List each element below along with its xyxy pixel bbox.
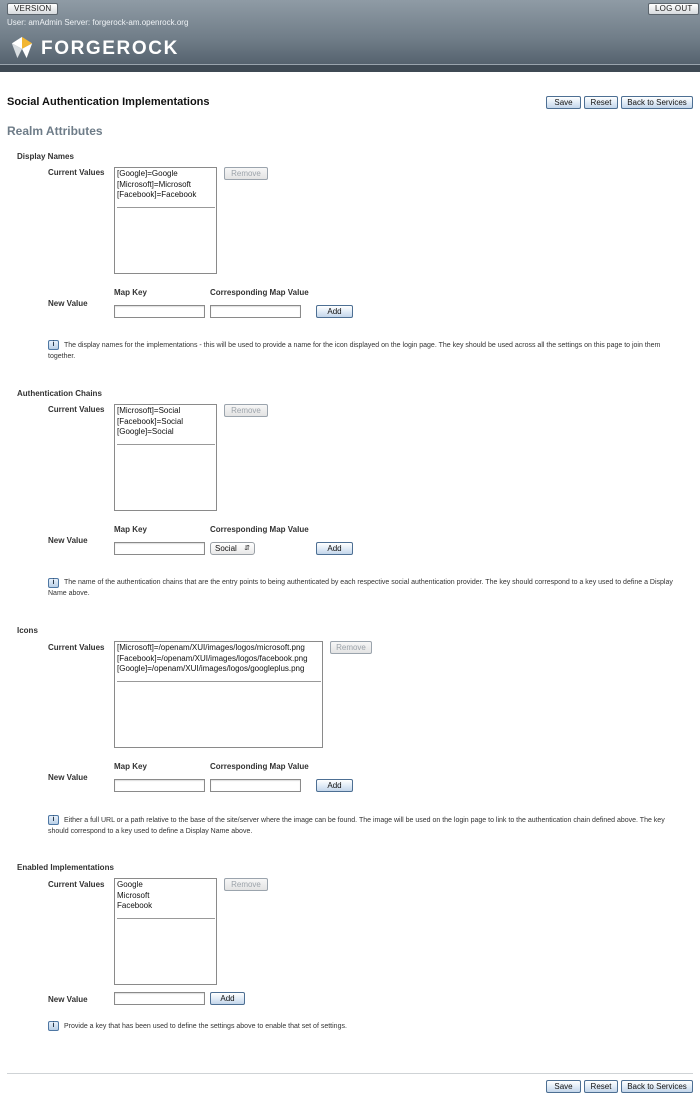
enabled-remove-button[interactable]: Remove (224, 878, 268, 891)
display-names-remove-button[interactable]: Remove (224, 167, 268, 180)
list-item[interactable]: [Facebook]=/openam/XUI/images/logos/face… (116, 654, 321, 665)
back-to-services-button[interactable]: Back to Services (621, 1080, 693, 1093)
current-values-label: Current Values (48, 168, 105, 177)
current-values-label: Current Values (48, 405, 105, 414)
reset-button[interactable]: Reset (584, 1080, 618, 1093)
select-arrows-icon: ⇵ (244, 545, 250, 552)
new-value-label: New Value (48, 299, 88, 308)
new-value-label: New Value (48, 773, 88, 782)
icons-help: Either a full URL or a path relative to … (48, 817, 665, 835)
icons-remove-button[interactable]: Remove (330, 641, 372, 654)
list-separator (117, 917, 215, 919)
info-icon: i (48, 1021, 59, 1031)
display-names-heading: Display Names (17, 152, 74, 161)
list-item[interactable]: [Microsoft]=/openam/XUI/images/logos/mic… (116, 643, 321, 654)
list-item[interactable]: [Facebook]=Facebook (116, 190, 215, 201)
enabled-new-value-input[interactable] (114, 992, 205, 1005)
icons-heading: Icons (17, 626, 38, 635)
save-button[interactable]: Save (546, 96, 581, 109)
list-item[interactable]: [Google]=Social (116, 427, 215, 438)
list-separator (117, 680, 321, 682)
enabled-help: Provide a key that has been used to defi… (64, 1023, 347, 1030)
map-key-heading: Map Key (114, 525, 147, 534)
back-to-services-button[interactable]: Back to Services (621, 96, 693, 109)
list-item[interactable]: [Google]=Google (116, 169, 215, 180)
list-item[interactable]: [Google]=/openam/XUI/images/logos/google… (116, 664, 321, 675)
auth-chains-help: The name of the authentication chains th… (48, 579, 673, 597)
auth-chains-key-input[interactable] (114, 542, 205, 555)
map-key-heading: Map Key (114, 288, 147, 297)
list-separator (117, 443, 215, 445)
realm-attributes-heading: Realm Attributes (7, 124, 103, 138)
new-value-label: New Value (48, 995, 88, 1004)
select-value: Social (215, 544, 237, 553)
logout-button[interactable]: LOG OUT (648, 3, 700, 15)
list-item[interactable]: Google (116, 880, 215, 891)
display-names-add-button[interactable]: Add (316, 305, 353, 318)
display-names-value-input[interactable] (210, 305, 301, 318)
list-item[interactable]: [Microsoft]=Microsoft (116, 180, 215, 191)
footer-divider (7, 1073, 693, 1074)
display-names-help: The display names for the implementation… (48, 342, 661, 360)
new-value-label: New Value (48, 536, 88, 545)
auth-chains-remove-button[interactable]: Remove (224, 404, 268, 417)
version-button[interactable]: VERSION (7, 3, 59, 15)
display-names-listbox[interactable]: [Google]=Google [Microsoft]=Microsoft [F… (114, 167, 217, 274)
map-value-heading: Corresponding Map Value (210, 288, 309, 297)
list-item[interactable]: [Microsoft]=Social (116, 406, 215, 417)
auth-chains-add-button[interactable]: Add (316, 542, 353, 555)
user-server-info: User: amAdmin Server: forgerock-am.openr… (7, 18, 189, 27)
auth-chains-heading: Authentication Chains (17, 389, 102, 398)
forgerock-logo-text: FORGEROCK (41, 38, 179, 59)
list-item[interactable]: Microsoft (116, 891, 215, 902)
icons-value-input[interactable] (210, 779, 301, 792)
list-item[interactable]: [Facebook]=Social (116, 417, 215, 428)
page-title: Social Authentication Implementations (7, 96, 210, 108)
forgerock-logo-icon (11, 36, 33, 59)
current-values-label: Current Values (48, 880, 105, 889)
enabled-implementations-listbox[interactable]: Google Microsoft Facebook (114, 878, 217, 985)
auth-chains-listbox[interactable]: [Microsoft]=Social [Facebook]=Social [Go… (114, 404, 217, 511)
list-item[interactable]: Facebook (116, 901, 215, 912)
icons-add-button[interactable]: Add (316, 779, 353, 792)
list-separator (117, 206, 215, 208)
display-names-key-input[interactable] (114, 305, 205, 318)
reset-button[interactable]: Reset (584, 96, 618, 109)
enabled-implementations-heading: Enabled Implementations (17, 863, 114, 872)
masthead (0, 0, 700, 72)
map-value-heading: Corresponding Map Value (210, 762, 309, 771)
map-value-heading: Corresponding Map Value (210, 525, 309, 534)
map-key-heading: Map Key (114, 762, 147, 771)
current-values-label: Current Values (48, 643, 105, 652)
auth-chains-value-select[interactable]: Social ⇵ (210, 542, 255, 555)
masthead-bar (0, 64, 700, 72)
save-button[interactable]: Save (546, 1080, 581, 1093)
icons-key-input[interactable] (114, 779, 205, 792)
icons-listbox[interactable]: [Microsoft]=/openam/XUI/images/logos/mic… (114, 641, 323, 748)
enabled-add-button[interactable]: Add (210, 992, 245, 1005)
